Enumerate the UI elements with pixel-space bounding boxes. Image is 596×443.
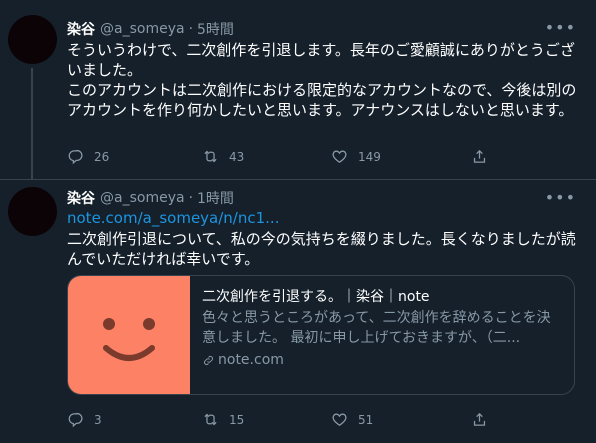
timestamp[interactable]: 5時間	[197, 19, 234, 39]
reply-icon	[68, 412, 83, 428]
link-card[interactable]: 二次創作を引退する。｜染谷｜note 色々と思うところがあって、二次創作を辞める…	[67, 275, 575, 395]
retweet-icon	[204, 150, 217, 163]
avatar[interactable]	[8, 187, 57, 236]
reply-count: 26	[94, 149, 110, 164]
reply-icon	[68, 149, 83, 165]
smiley-face-icon	[103, 318, 155, 361]
user-handle[interactable]: @a_someya	[100, 21, 185, 37]
like-count: 149	[358, 149, 381, 164]
share-icon	[473, 412, 486, 426]
card-description: 色々と思うところがあって、二次創作を辞めることを決意しました。 最初に申し上げて…	[202, 310, 551, 346]
tweet-link[interactable]: note.com/a_someya/n/nc1...	[67, 209, 279, 227]
card-info: 二次創作を引退する。｜染谷｜note 色々と思うところがあって、二次創作を辞める…	[190, 276, 574, 394]
timestamp[interactable]: 1時間	[197, 188, 234, 208]
more-options-icon[interactable]: •••	[545, 18, 576, 37]
user-handle[interactable]: @a_someya	[100, 190, 185, 206]
tweet-text-paragraph: このアカウントは二次創作における限定的なアカウントなので、今後は別のアカウントを…	[67, 81, 577, 119]
retweet-icon	[204, 413, 217, 426]
tweet-text-paragraph: そういうわけで、二次創作を引退します。長年のご愛顧誠にありがとうございました。	[67, 41, 575, 79]
reply-button[interactable]: 26	[67, 148, 109, 165]
tweet[interactable]: 染谷 @a_someya · 5時間 ••• そういうわけで、二次創作を引退しま…	[0, 0, 596, 180]
like-button[interactable]: 149	[331, 148, 381, 165]
card-domain-text: note.com	[218, 352, 284, 368]
separator: ·	[188, 21, 194, 37]
retweet-button[interactable]: 15	[202, 411, 244, 428]
retweet-count: 43	[229, 149, 245, 164]
tweet-text: 二次創作引退について、私の今の気持ちを綴りました。長くなりましたが読んでいただけ…	[67, 230, 576, 268]
heart-icon	[332, 413, 347, 426]
tweet-text: そういうわけで、二次創作を引退します。長年のご愛顧誠にありがとうございました。 …	[67, 40, 577, 120]
retweet-count: 15	[229, 412, 245, 427]
reply-count: 3	[94, 412, 102, 427]
link-icon	[204, 355, 213, 365]
tweet-header: 染谷 @a_someya · 1時間	[67, 188, 234, 208]
like-count: 51	[358, 412, 374, 427]
share-button[interactable]	[471, 411, 488, 428]
display-name[interactable]: 染谷	[67, 188, 95, 208]
reply-button[interactable]: 3	[67, 411, 102, 428]
like-button[interactable]: 51	[331, 411, 373, 428]
separator: ·	[188, 190, 194, 206]
thread-line	[31, 68, 33, 180]
more-options-icon[interactable]: •••	[545, 188, 576, 207]
share-icon	[473, 149, 486, 163]
card-title: 二次創作を引退する。｜染谷｜note	[202, 289, 430, 305]
tweet-header: 染谷 @a_someya · 5時間	[67, 19, 234, 39]
card-thumbnail	[68, 276, 190, 394]
card-domain: note.com	[202, 350, 562, 370]
tweet[interactable]: 染谷 @a_someya · 1時間 ••• note.com/a_someya…	[0, 180, 596, 443]
avatar[interactable]	[8, 15, 57, 64]
retweet-button[interactable]: 43	[202, 148, 244, 165]
share-button[interactable]	[471, 148, 488, 165]
heart-icon	[332, 150, 347, 163]
display-name[interactable]: 染谷	[67, 19, 95, 39]
